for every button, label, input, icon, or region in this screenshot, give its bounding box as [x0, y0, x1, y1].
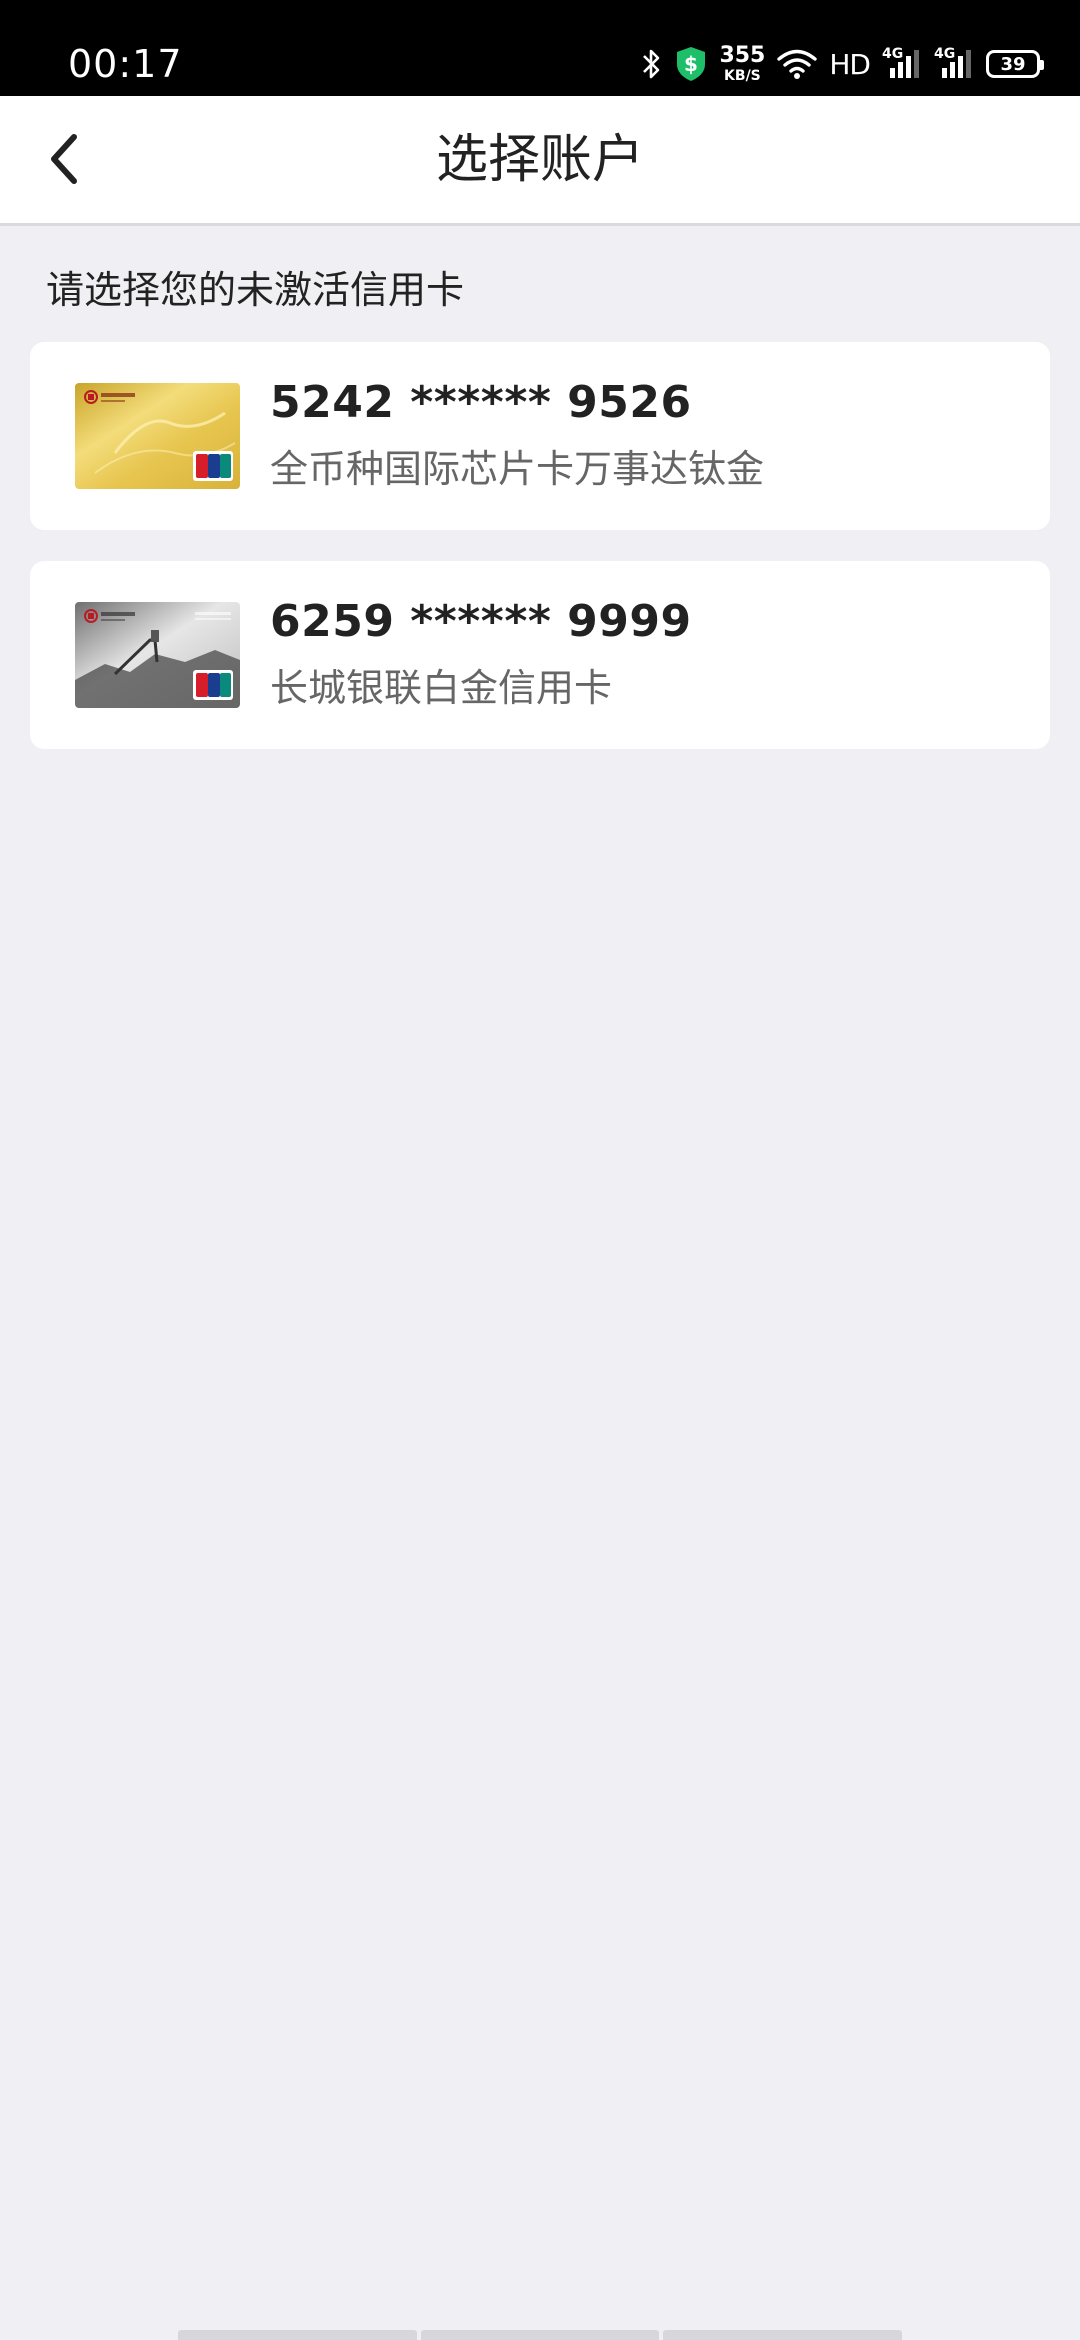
signal-label: 4G — [934, 46, 956, 62]
signal-icon: 4G — [934, 46, 974, 80]
battery-level: 39 — [1000, 53, 1026, 75]
signal-icon: 4G — [882, 46, 922, 80]
page-title: 选择账户 — [435, 130, 644, 190]
credit-card-item[interactable]: 6259 ****** 9999 长城银联白金信用卡 — [30, 561, 1050, 749]
svg-text:$: $ — [684, 52, 698, 76]
status-icons: $ 355 KB/S HD 4G 4G 39 — [641, 40, 1044, 88]
wifi-icon — [777, 48, 818, 80]
card-number: 6259 ****** 9999 — [270, 596, 692, 647]
signal-label: 4G — [882, 46, 904, 62]
card-name: 长城银联白金信用卡 — [270, 666, 613, 710]
card-name: 全币种国际芯片卡万事达钛金 — [270, 447, 765, 491]
gesture-bar — [178, 2330, 903, 2340]
card-image — [75, 383, 240, 489]
nav-header: 选择账户 — [0, 96, 1080, 226]
status-bar: 00:17 $ 355 KB/S HD 4G 4G 39 — [0, 0, 1080, 96]
network-speed: 355 KB/S — [719, 43, 766, 84]
shield-icon: $ — [675, 46, 707, 82]
bluetooth-icon — [641, 47, 663, 81]
battery-icon: 39 — [986, 50, 1044, 78]
hd-label: HD — [829, 47, 871, 81]
status-time: 00:17 — [68, 42, 183, 86]
card-image — [75, 602, 240, 708]
select-card-prompt: 请选择您的未激活信用卡 — [46, 268, 465, 312]
card-number: 5242 ****** 9526 — [270, 377, 692, 428]
credit-card-item[interactable]: 5242 ****** 9526 全币种国际芯片卡万事达钛金 — [30, 342, 1050, 530]
